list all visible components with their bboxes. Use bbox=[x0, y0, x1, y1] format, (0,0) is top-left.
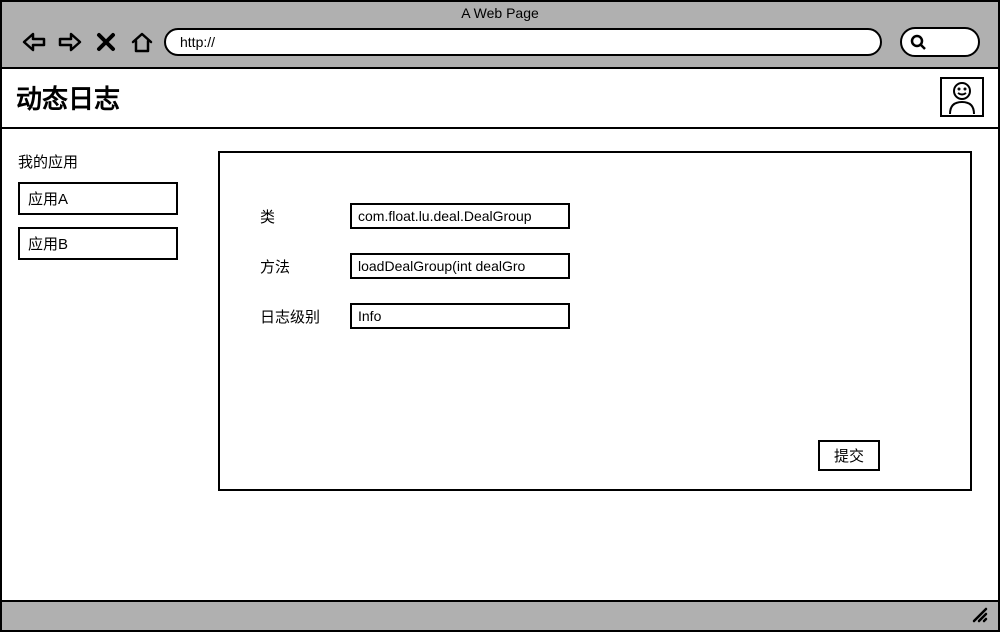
sidebar: 我的应用 应用A 应用B bbox=[18, 151, 178, 584]
browser-window: A Web Page http:// bbox=[0, 0, 1000, 632]
home-icon bbox=[130, 31, 154, 53]
resize-grip-icon[interactable] bbox=[970, 605, 988, 628]
level-input[interactable] bbox=[350, 303, 570, 329]
person-icon bbox=[946, 80, 978, 114]
class-label: 类 bbox=[260, 206, 350, 227]
user-avatar[interactable] bbox=[940, 77, 984, 117]
arrow-right-icon bbox=[57, 31, 83, 53]
page-content: 动态日志 我的应用 应用A 应用B bbox=[2, 67, 998, 602]
level-label: 日志级别 bbox=[260, 306, 350, 327]
sidebar-item-app-b[interactable]: 应用B bbox=[18, 227, 178, 260]
url-text: http:// bbox=[180, 34, 215, 50]
url-input[interactable]: http:// bbox=[164, 28, 882, 56]
method-label: 方法 bbox=[260, 256, 350, 277]
sidebar-item-label: 应用A bbox=[28, 191, 68, 208]
statusbar bbox=[2, 602, 998, 630]
submit-button[interactable]: 提交 bbox=[818, 440, 880, 471]
sidebar-heading: 我的应用 bbox=[18, 151, 178, 172]
sidebar-item-label: 应用B bbox=[28, 236, 68, 253]
form-row-class: 类 bbox=[260, 203, 930, 229]
stop-button[interactable] bbox=[92, 29, 120, 55]
page-header: 动态日志 bbox=[2, 69, 998, 129]
back-button[interactable] bbox=[20, 29, 48, 55]
form-panel: 类 方法 日志级别 提交 bbox=[218, 151, 972, 491]
arrow-left-icon bbox=[21, 31, 47, 53]
sidebar-item-app-a[interactable]: 应用A bbox=[18, 182, 178, 215]
form-row-method: 方法 bbox=[260, 253, 930, 279]
search-icon bbox=[910, 34, 926, 50]
method-input[interactable] bbox=[350, 253, 570, 279]
window-title: A Web Page bbox=[2, 2, 998, 23]
form-row-level: 日志级别 bbox=[260, 303, 930, 329]
x-icon bbox=[96, 32, 116, 52]
search-button[interactable] bbox=[900, 27, 980, 57]
page-body: 我的应用 应用A 应用B 类 方法 日志级别 bbox=[2, 129, 998, 600]
forward-button[interactable] bbox=[56, 29, 84, 55]
home-button[interactable] bbox=[128, 29, 156, 55]
class-input[interactable] bbox=[350, 203, 570, 229]
page-title: 动态日志 bbox=[16, 79, 120, 116]
browser-toolbar: http:// bbox=[2, 23, 998, 67]
